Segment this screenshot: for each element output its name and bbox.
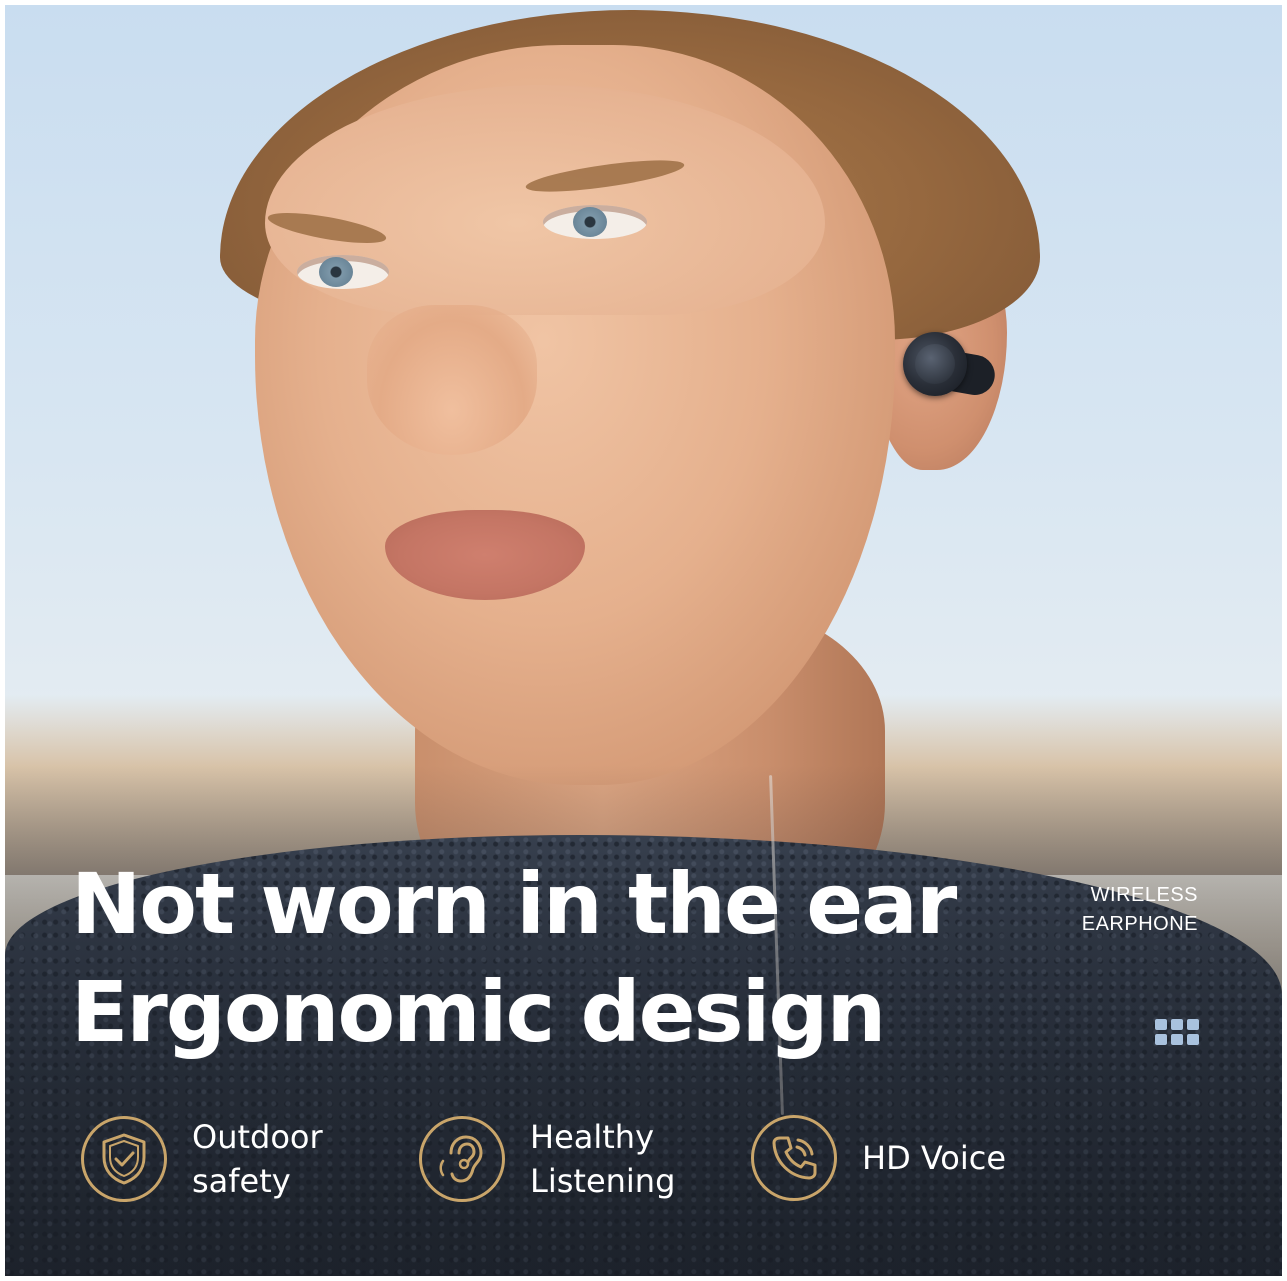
nose	[367, 305, 537, 455]
headline-line-1: Not worn in the ear	[71, 855, 957, 953]
feature-2-line-1: Healthy	[530, 1118, 655, 1156]
headline: Not worn in the ear Ergonomic design	[71, 850, 957, 1066]
ear-icon	[419, 1116, 505, 1202]
product-image: Not worn in the ear Ergonomic design WIR…	[5, 5, 1282, 1276]
feature-outdoor-safety: Outdoor safety	[81, 1115, 323, 1203]
phone-icon	[751, 1115, 837, 1201]
feature-hd-voice: HD Voice	[751, 1115, 1006, 1201]
brand-tag: WIRELESS EARPHONE	[1082, 881, 1198, 939]
feature-1-line-1: Outdoor	[192, 1118, 323, 1156]
left-eye	[297, 255, 389, 289]
feature-3-line-1: HD Voice	[862, 1139, 1007, 1177]
feature-healthy-listening: Healthy Listening	[419, 1115, 675, 1203]
earbud	[901, 330, 998, 400]
right-eye	[543, 205, 647, 239]
brand-line-2: EARPHONE	[1081, 913, 1198, 935]
feature-1-line-2: safety	[192, 1162, 291, 1200]
headline-line-2: Ergonomic design	[71, 963, 886, 1061]
brand-line-1: WIRELESS	[1090, 884, 1198, 906]
grid-icon	[1155, 1019, 1199, 1045]
feature-2-line-2: Listening	[530, 1162, 676, 1200]
shield-check-icon	[81, 1116, 167, 1202]
